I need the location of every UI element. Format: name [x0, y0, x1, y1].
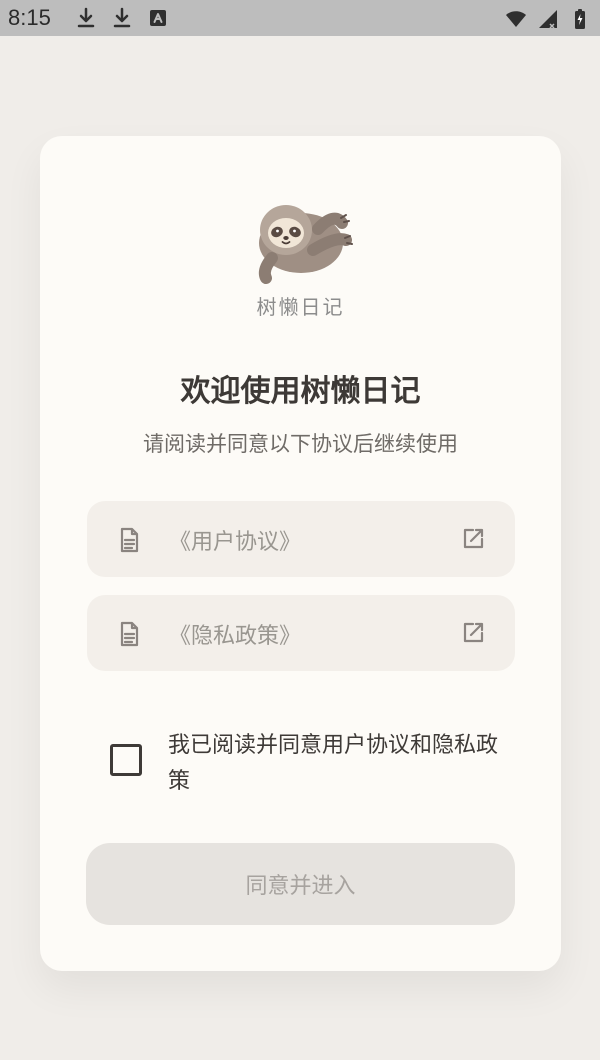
open-external-icon[interactable] [459, 525, 487, 553]
user-agreement-label: 《用户协议》 [169, 530, 302, 555]
privacy-policy-link[interactable]: 《隐私政策》 [87, 595, 515, 671]
download-icon [74, 6, 98, 30]
status-bar: 8:15 [0, 0, 600, 36]
battery-icon [568, 7, 592, 31]
status-icons-left [74, 6, 170, 30]
document-icon [115, 526, 143, 554]
agreement-card: 树懒日记 欢迎使用树懒日记 请阅读并同意以下协议后继续使用 《用户协议》 《隐私… [40, 136, 561, 971]
privacy-policy-label: 《隐私政策》 [169, 624, 302, 649]
text-notification-icon [146, 6, 170, 30]
signal-icon [536, 7, 560, 31]
download-icon [110, 6, 134, 30]
agreement-subtitle: 请阅读并同意以下协议后继续使用 [143, 432, 458, 456]
user-agreement-link[interactable]: 《用户协议》 [87, 501, 515, 577]
status-icons-right [504, 7, 592, 31]
logo-wordmark: 树懒日记 [256, 295, 345, 319]
document-icon [115, 620, 143, 648]
consent-label[interactable]: 我已阅读并同意用户协议和隐私政策 [168, 728, 513, 800]
agree-and-enter-button[interactable]: 同意并进入 [86, 843, 515, 925]
welcome-title: 欢迎使用树懒日记 [180, 374, 421, 409]
wifi-icon [504, 7, 528, 31]
sloth-logo [248, 198, 354, 284]
consent-row[interactable]: 我已阅读并同意用户协议和隐私政策 [110, 728, 510, 800]
status-time: 8:15 [8, 5, 51, 30]
open-external-icon[interactable] [459, 619, 487, 647]
consent-checkbox[interactable] [110, 744, 142, 776]
